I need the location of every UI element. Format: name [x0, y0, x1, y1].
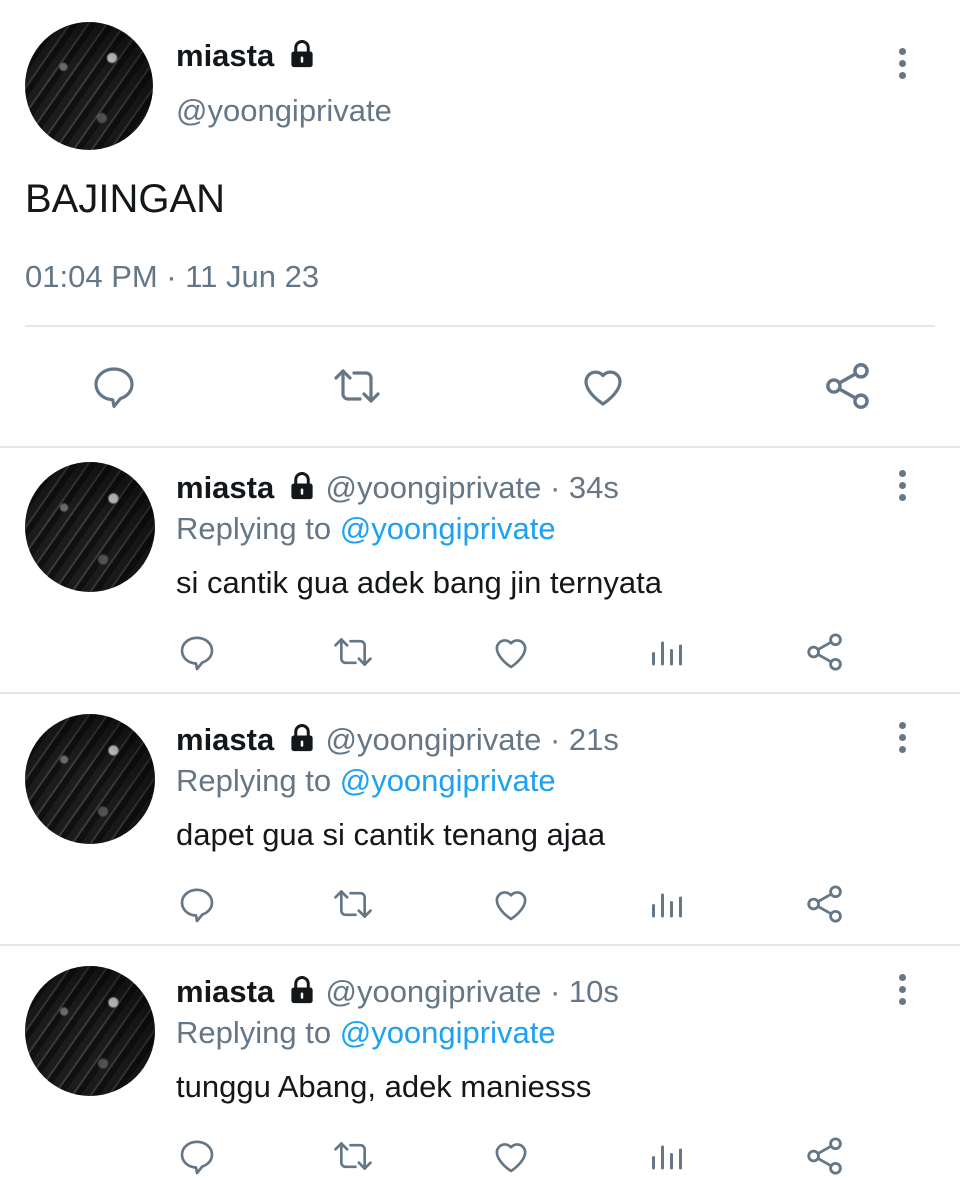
divider	[0, 692, 960, 694]
retweet-icon[interactable]	[330, 632, 376, 672]
share-icon[interactable]	[804, 1135, 846, 1177]
heart-icon[interactable]	[578, 362, 628, 410]
reply-icon[interactable]	[90, 362, 138, 410]
divider	[0, 944, 960, 946]
heart-icon[interactable]	[491, 884, 531, 924]
replying-to: Replying to @yoongiprivate	[176, 1015, 556, 1051]
share-icon[interactable]	[822, 360, 874, 412]
retweet-icon[interactable]	[330, 362, 384, 410]
replying-to-label: Replying to	[176, 511, 332, 546]
reply-text: tunggu Abang, adek maniesss	[176, 1069, 592, 1104]
author-row: miasta	[176, 38, 317, 77]
author-name[interactable]: miasta	[176, 38, 274, 73]
more-vertical-icon[interactable]	[899, 722, 906, 753]
lock-icon	[287, 723, 317, 761]
lock-icon	[287, 471, 317, 509]
tweet-age: · 10s	[549, 974, 619, 1009]
retweet-icon[interactable]	[330, 884, 376, 924]
reply-text: dapet gua si cantik tenang ajaa	[176, 817, 606, 852]
analytics-icon[interactable]	[649, 634, 685, 670]
replying-to: Replying to @yoongiprivate	[176, 511, 556, 547]
analytics-icon[interactable]	[649, 886, 685, 922]
replying-to-label: Replying to	[176, 1015, 332, 1050]
more-vertical-icon[interactable]	[899, 470, 906, 501]
tweet-text: BAJINGAN	[25, 177, 226, 221]
author-handle[interactable]: @yoongiprivate	[325, 974, 541, 1009]
replying-to-handle[interactable]: @yoongiprivate	[340, 763, 556, 798]
author-handle[interactable]: @yoongiprivate	[325, 722, 541, 757]
reply-icon[interactable]	[177, 632, 217, 672]
replying-to-handle[interactable]: @yoongiprivate	[340, 511, 556, 546]
author-name[interactable]: miasta	[176, 722, 274, 757]
avatar[interactable]	[25, 22, 153, 150]
author-handle[interactable]: @yoongiprivate	[176, 93, 392, 129]
avatar[interactable]	[25, 714, 155, 844]
retweet-icon[interactable]	[330, 1136, 376, 1176]
reply-icon[interactable]	[177, 884, 217, 924]
author-handle[interactable]: @yoongiprivate	[325, 470, 541, 505]
avatar[interactable]	[25, 966, 155, 1096]
avatar[interactable]	[25, 462, 155, 592]
tweet-age: · 21s	[549, 722, 619, 757]
author-name[interactable]: miasta	[176, 470, 274, 505]
more-vertical-icon[interactable]	[899, 48, 906, 79]
reply-header: miasta @yoongiprivate · 10s	[176, 974, 619, 1013]
reply-text: si cantik gua adek bang jin ternyata	[176, 565, 662, 600]
lock-icon	[287, 975, 317, 1013]
reply-header: miasta @yoongiprivate · 34s	[176, 470, 619, 509]
author-name[interactable]: miasta	[176, 974, 274, 1009]
lock-icon	[287, 39, 317, 77]
tweet-timestamp: 01:04 PM · 11 Jun 23	[25, 259, 320, 294]
reply-header: miasta @yoongiprivate · 21s	[176, 722, 619, 761]
replying-to: Replying to @yoongiprivate	[176, 763, 556, 799]
divider	[0, 446, 960, 448]
analytics-icon[interactable]	[649, 1138, 685, 1174]
share-icon[interactable]	[804, 631, 846, 673]
heart-icon[interactable]	[491, 1136, 531, 1176]
replying-to-handle[interactable]: @yoongiprivate	[340, 1015, 556, 1050]
tweet-age: · 34s	[549, 470, 619, 505]
divider	[25, 325, 935, 327]
heart-icon[interactable]	[491, 632, 531, 672]
share-icon[interactable]	[804, 883, 846, 925]
more-vertical-icon[interactable]	[899, 974, 906, 1005]
reply-icon[interactable]	[177, 1136, 217, 1176]
replying-to-label: Replying to	[176, 763, 332, 798]
